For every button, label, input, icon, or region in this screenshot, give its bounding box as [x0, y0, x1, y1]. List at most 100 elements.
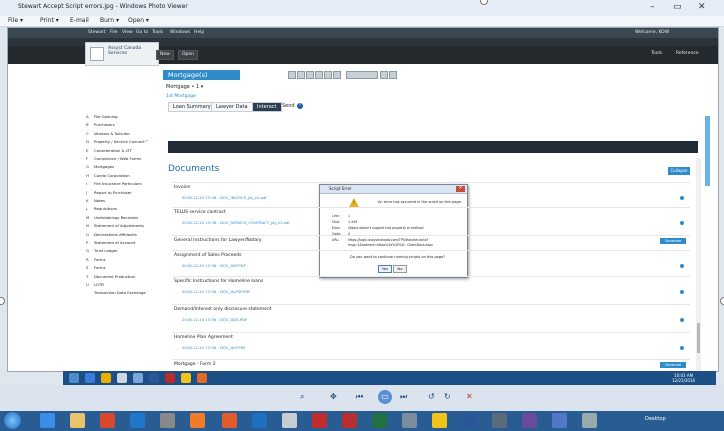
info-icon[interactable]: [680, 264, 684, 268]
sidebar-item[interactable]: B Purchasers: [86, 122, 115, 127]
nav-stewart[interactable]: Stewart: [88, 30, 105, 35]
section-header[interactable]: Homeline Plan Agreement: [174, 335, 233, 340]
nav-view[interactable]: View: [122, 30, 133, 35]
info-icon[interactable]: [680, 346, 684, 350]
app-icon[interactable]: [492, 413, 507, 428]
start-button[interactable]: [4, 412, 21, 429]
previous-icon[interactable]: ⏮: [356, 392, 363, 402]
ie-icon[interactable]: [40, 413, 55, 428]
document-link[interactable]: 2016-12-20 13:36 - DOC_DDS.PDF: [182, 317, 247, 322]
no-button[interactable]: No: [393, 265, 407, 273]
sidebar-item[interactable]: I Fire Insurance Particulars: [86, 181, 142, 186]
app-icon[interactable]: [522, 413, 537, 428]
help-icon[interactable]: ?: [297, 103, 303, 109]
refresh-icon[interactable]: [324, 71, 332, 79]
sidebar-item[interactable]: Q Trust Ledger: [86, 248, 118, 253]
sidebar-item[interactable]: O Declarations Affidavits: [86, 232, 137, 237]
word-icon[interactable]: [462, 413, 477, 428]
tools-button[interactable]: Tools: [648, 50, 665, 58]
outlook-icon[interactable]: [85, 373, 95, 383]
app-icon[interactable]: [552, 413, 567, 428]
save-icon[interactable]: [297, 71, 305, 79]
document-link[interactable]: 2016-12-20 13:36 - DOC_HLP.PDF: [182, 345, 246, 350]
pdf-icon[interactable]: [342, 413, 357, 428]
acrobat-icon[interactable]: [312, 413, 327, 428]
nav-help[interactable]: Help: [194, 30, 204, 35]
section-header[interactable]: TELUS service contract: [174, 210, 226, 215]
sidebar-item[interactable]: F Compliance / Web Forms: [86, 156, 141, 161]
menu-open[interactable]: Open ▾: [128, 17, 149, 24]
rotate-left-icon[interactable]: ↺: [428, 392, 435, 401]
next-icon[interactable]: ⏭: [400, 392, 407, 402]
sidebar-item[interactable]: N Statement of Adjustments: [86, 223, 144, 228]
vertical-scrollbar[interactable]: [696, 158, 701, 371]
section-header[interactable]: Invoice: [174, 185, 190, 190]
mortgage-selector[interactable]: Mortgage • 1 ▾: [166, 84, 203, 90]
next-icon[interactable]: [389, 71, 397, 79]
help-icon[interactable]: [333, 71, 341, 79]
document-link[interactable]: 2016-12-20 13:36 - DOC_ASP.PDF: [182, 263, 246, 268]
info-icon[interactable]: [680, 196, 684, 200]
word-icon[interactable]: [149, 373, 159, 383]
tab-lawyer-data[interactable]: Lawyer Data: [211, 102, 253, 112]
yes-button[interactable]: Yes: [378, 265, 392, 273]
info-icon[interactable]: [680, 221, 684, 225]
section-header[interactable]: Specific Instructions for Homeline loans: [174, 279, 263, 284]
nav-file[interactable]: File: [110, 30, 118, 35]
tab-send[interactable]: Send: [278, 102, 299, 110]
rotate-right-icon[interactable]: ↻: [444, 392, 451, 401]
generate-button[interactable]: Generate: [660, 238, 686, 244]
open-button[interactable]: Open: [178, 50, 199, 60]
sidebar-item[interactable]: E Consideration & LTT: [86, 148, 132, 153]
side-panel-tab[interactable]: [705, 116, 710, 186]
menu-print[interactable]: Print ▾: [40, 17, 59, 24]
sidebar-item[interactable]: G Mortgages: [86, 164, 114, 169]
check-icon[interactable]: [181, 373, 191, 383]
sidebar-item[interactable]: C Vendors & Solicitor: [86, 131, 130, 136]
slideshow-icon[interactable]: ▭: [378, 390, 392, 404]
app-icon[interactable]: [117, 373, 127, 383]
sidebar-item[interactable]: K Notes: [86, 198, 105, 203]
zoom-icon[interactable]: ⌕: [300, 392, 304, 402]
app-icon[interactable]: [282, 413, 297, 428]
sidebar-item[interactable]: H Condo Corporation: [86, 173, 130, 178]
menu-file[interactable]: File ▾: [8, 17, 23, 24]
sidebar-item[interactable]: Transaction Data Exchange: [86, 290, 146, 295]
print-icon[interactable]: [288, 71, 296, 79]
collapse-button[interactable]: Collapse: [668, 167, 690, 175]
media-icon[interactable]: [130, 413, 145, 428]
sidebar-item[interactable]: J Report to Purchaser: [86, 190, 132, 195]
section-header[interactable]: Assignment of Sales Proceeds: [174, 253, 241, 258]
copy-icon[interactable]: [306, 71, 314, 79]
app-icon[interactable]: [160, 413, 175, 428]
desktop-toolbar[interactable]: Desktop: [645, 416, 666, 422]
dialog-close-button[interactable]: ✕: [456, 186, 465, 192]
sidebar-item[interactable]: T Document Production: [86, 274, 135, 279]
section-header[interactable]: Demand/Interest only disclosure statemen…: [174, 307, 272, 312]
sidebar-item[interactable]: R Forms: [86, 257, 106, 262]
delete-icon[interactable]: ✕: [466, 392, 473, 401]
nav-tools[interactable]: Tools: [152, 30, 163, 35]
section-header[interactable]: Mortgage - Form 2: [174, 362, 216, 367]
actual-size-icon[interactable]: ✥: [330, 392, 337, 401]
explorer-icon[interactable]: [70, 413, 85, 428]
pdf-icon[interactable]: [165, 373, 175, 383]
document-link[interactable]: 2016-12-20 13:36 - DOC_INVOICE_jAj_v1.pd…: [182, 195, 267, 200]
prev-icon[interactable]: [380, 71, 388, 79]
nav-goto[interactable]: Go to: [136, 30, 148, 35]
maximize-button[interactable]: ▭: [673, 2, 682, 12]
app-icon[interactable]: [582, 413, 597, 428]
chrome-icon[interactable]: [101, 373, 111, 383]
first-mortgage-link[interactable]: 1st Mortgage: [166, 94, 196, 99]
reference-button[interactable]: Reference: [673, 50, 702, 58]
sidebar-item[interactable]: D Property / Service Connect™: [86, 139, 149, 144]
outlook-icon[interactable]: [252, 413, 267, 428]
minimize-button[interactable]: –: [650, 2, 655, 12]
menu-email[interactable]: E-mail: [70, 17, 89, 24]
sidebar-item[interactable]: M Undertakings Received: [86, 215, 138, 220]
app-icon[interactable]: [190, 413, 205, 428]
email-icon[interactable]: [315, 71, 323, 79]
nav-windows[interactable]: Windows: [170, 30, 190, 35]
start-icon[interactable]: [69, 373, 79, 383]
info-icon[interactable]: [680, 290, 684, 294]
